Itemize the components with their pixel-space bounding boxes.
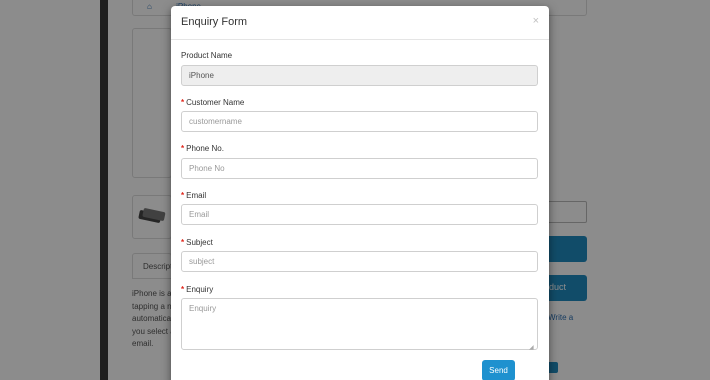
email-input[interactable] xyxy=(181,204,538,225)
customer-name-input[interactable] xyxy=(181,111,538,132)
enquiry-modal: Enquiry Form × Product Name *Customer Na… xyxy=(171,6,549,380)
enquiry-label: * Enquiry xyxy=(181,285,213,294)
phone-label-text: Phone No. xyxy=(186,144,224,153)
customer-name-label: * Customer Name xyxy=(181,98,244,107)
email-label-text: Email xyxy=(186,191,207,200)
customer-name-label-text: Customer Name xyxy=(186,98,245,107)
phone-label: * Phone No. xyxy=(181,144,224,153)
product-name-label: Product Name xyxy=(181,51,233,60)
modal-title: Enquiry Form xyxy=(181,16,248,28)
modal-header: Enquiry Form × xyxy=(171,6,549,40)
phone-input[interactable] xyxy=(181,158,538,179)
resize-grip-icon[interactable]: ◢ xyxy=(529,344,534,351)
subject-input[interactable] xyxy=(181,251,538,272)
required-marker: * xyxy=(181,238,185,247)
required-marker: * xyxy=(181,191,185,200)
subject-label-text: Subject xyxy=(186,238,213,247)
send-button[interactable]: Send xyxy=(482,360,515,380)
subject-label: * Subject xyxy=(181,238,213,247)
screen: ⌂ iPhone Description iPhone is a tapping… xyxy=(0,0,710,380)
close-icon[interactable]: × xyxy=(533,15,539,27)
required-marker: * xyxy=(181,285,185,294)
required-marker: * xyxy=(181,144,185,153)
enquiry-textarea[interactable] xyxy=(181,298,538,350)
email-label: * Email xyxy=(181,191,206,200)
product-name-field xyxy=(181,65,538,86)
enquiry-label-text: Enquiry xyxy=(186,285,214,294)
required-marker: * xyxy=(181,98,185,107)
